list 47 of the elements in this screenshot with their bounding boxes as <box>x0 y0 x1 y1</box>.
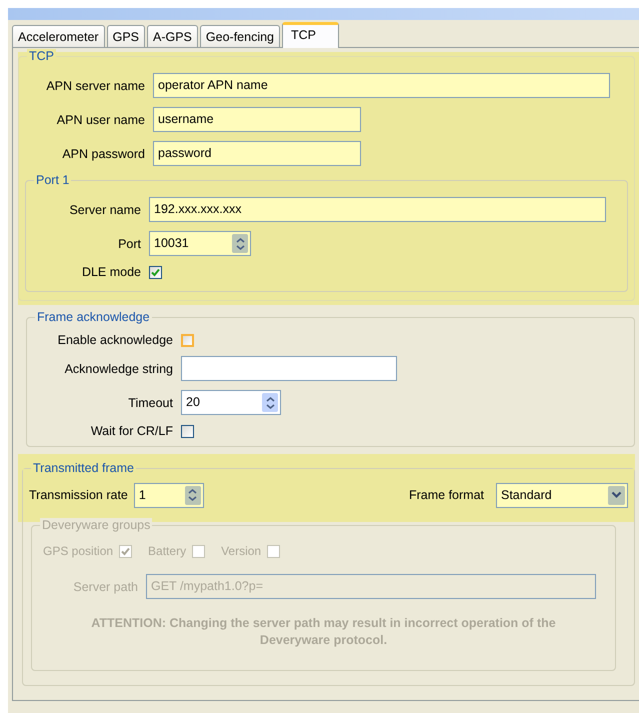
dropdown[interactable]: Standard <box>496 482 628 508</box>
text-field[interactable]: username <box>153 107 361 132</box>
group-title: TCP <box>27 49 56 63</box>
tab[interactable]: A-GPS <box>147 25 198 47</box>
spin-field[interactable]: 1 <box>134 482 204 508</box>
field-label: DLE mode <box>82 265 141 279</box>
field-label: Enable acknowledge <box>58 333 173 347</box>
spin-field[interactable]: 20 <box>181 390 281 415</box>
field-label: Wait for CR/LF <box>90 424 173 438</box>
check-label: GPS position <box>43 544 114 558</box>
text-field[interactable]: password <box>153 141 361 166</box>
group-title: Frame acknowledge <box>35 310 152 324</box>
group-title: Port 1 <box>34 173 72 187</box>
spin-buttons[interactable] <box>232 234 248 253</box>
field-label: Server name <box>69 202 141 216</box>
tab[interactable]: GPS <box>106 25 145 47</box>
text-field[interactable]: 192.xxx.xxx.xxx <box>149 197 606 222</box>
tab[interactable]: Geo-fencing <box>200 25 280 47</box>
dropdown-button[interactable] <box>608 486 625 504</box>
text-field[interactable] <box>181 356 397 381</box>
tab[interactable]: TCP <box>282 22 340 48</box>
text-field[interactable]: operator APN name <box>153 73 610 98</box>
tab[interactable]: Accelerometer <box>12 25 105 47</box>
group-title: Transmitted frame <box>31 461 136 475</box>
spin-buttons[interactable] <box>184 486 201 504</box>
field-label: APN user name <box>56 112 145 126</box>
group-title: Deveryware groups <box>40 518 152 532</box>
spin-arrows-icon <box>236 236 244 250</box>
spin-arrows-icon <box>266 396 274 410</box>
checkbox[interactable] <box>181 334 194 346</box>
checkbox[interactable] <box>149 266 162 278</box>
field-label: Port <box>118 236 141 250</box>
field-label: Acknowledge string <box>64 362 173 376</box>
warning-text: ATTENTION: Changing the server path may result in incorrect operation of the Deveryware protocol. <box>90 615 557 649</box>
check-label: Version <box>221 544 262 558</box>
spin-arrows-icon <box>188 488 198 502</box>
checkbox[interactable] <box>181 424 194 438</box>
spin-buttons[interactable] <box>262 393 278 412</box>
check-label: Battery <box>148 544 186 558</box>
field-label: APN password <box>62 146 145 160</box>
field-label: Frame format <box>408 488 484 502</box>
spin-field[interactable]: 10031 <box>149 231 251 256</box>
field-label: APN server name <box>46 78 145 92</box>
field-label: Server path <box>73 580 138 594</box>
field-label: Timeout <box>128 396 173 410</box>
field-label: Transmission rate <box>29 488 128 502</box>
caret-icon <box>611 491 622 499</box>
